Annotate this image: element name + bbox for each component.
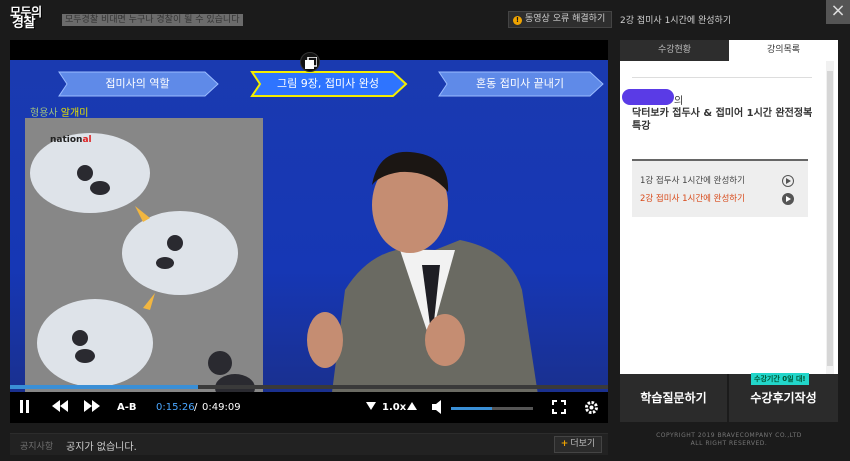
rewind-icon[interactable] <box>52 400 68 416</box>
video-error-help-label: 동영상 오류 해결하기 <box>525 14 606 24</box>
presenter <box>260 100 608 408</box>
gear-icon[interactable] <box>584 400 599 416</box>
scrollbar[interactable] <box>826 61 834 374</box>
board-brand-suffix: al <box>82 135 92 145</box>
lesson-list: 1강 접두사 1시간에 완성하기 2강 접미사 1시간에 완성하기 <box>632 159 808 217</box>
course-name: 닥터보카 접두사 & 접미어 1시간 완전정복 특강 <box>632 108 813 132</box>
notice-bar: 공지사항 공지가 없습니다. + 더보기 <box>10 433 608 455</box>
volume-icon[interactable] <box>432 400 442 416</box>
logo-line2: 경찰 <box>12 16 35 31</box>
lesson-label: 1강 접두사 1시간에 완성하기 <box>640 176 745 186</box>
more-button-label: 더보기 <box>570 439 596 449</box>
volume-slider[interactable] <box>451 407 533 410</box>
control-bar: A-B 0:15:26 / 0:49:09 1.0x <box>10 392 608 423</box>
tab-progress[interactable]: 수강현황 <box>620 40 729 61</box>
video-frame[interactable]: 접미사의 역할 그림 9장, 접미사 완성 혼동 접미사 끝내기 형용사 알개미 <box>10 60 608 408</box>
slide-tab-label: 혼동 접미사 끝내기 <box>476 77 564 90</box>
video-player[interactable]: 접미사의 역할 그림 9장, 접미사 완성 혼동 접미사 끝내기 형용사 알개미 <box>10 40 608 423</box>
logo[interactable]: 모두의 경찰 <box>10 6 54 32</box>
speed-up-icon[interactable] <box>407 400 417 416</box>
copyright: COPYRIGHT 2019 BRAVECOMPANY CO.,LTD ALL … <box>620 432 838 448</box>
course-panel: 수강현황 강의목록 의 닥터보카 접두사 & 접미어 1시간 완전정복 특강 1… <box>620 40 838 374</box>
pause-icon[interactable] <box>20 400 34 416</box>
illustration-board <box>25 118 263 408</box>
top-bar: 모두의 경찰 모두경찰 비대면 누구나 경찰이 될 수 있습니다 ! 동영상 오류… <box>0 0 850 38</box>
slide-tab-role: 접미사의 역할 <box>55 70 220 98</box>
review-period-badge: 수강기간 0일 대! <box>751 373 809 385</box>
fullscreen-icon[interactable] <box>552 400 566 416</box>
redacted-author <box>622 89 674 105</box>
progress-bar[interactable] <box>10 385 608 389</box>
lecture-list: 의 닥터보카 접두사 & 접미어 1시간 완전정복 특강 1강 접두사 1시간에… <box>620 61 838 374</box>
total-time: 0:49:09 <box>202 402 241 413</box>
current-time: 0:15:26 <box>156 402 195 413</box>
slide-tab-label: 접미사의 역할 <box>105 77 170 90</box>
notice-text: 공지가 없습니다. <box>66 442 137 453</box>
play-icon[interactable] <box>782 193 794 205</box>
board-brand-text: nation <box>50 135 83 145</box>
ab-repeat-button[interactable]: A-B <box>117 400 137 416</box>
slogan: 모두경찰 비대면 누구나 경찰이 될 수 있습니다 <box>62 14 243 26</box>
lesson-label: 2강 접미사 1시간에 완성하기 <box>640 194 745 204</box>
close-button[interactable]: × <box>826 0 850 24</box>
course-author-suffix: 의 <box>674 96 684 107</box>
progress-fill <box>10 385 198 389</box>
notice-label: 공지사항 <box>20 442 54 452</box>
play-icon[interactable] <box>782 175 794 187</box>
popout-icon[interactable] <box>300 52 320 72</box>
copyright-line1: COPYRIGHT 2019 BRAVECOMPANY CO.,LTD <box>656 432 802 439</box>
speed-down-icon[interactable] <box>366 400 376 416</box>
copyright-line2: ALL RIGHT RESERVED. <box>690 440 768 447</box>
panel-tabs: 수강현황 강의목록 <box>620 40 838 61</box>
plus-icon: + <box>560 439 569 449</box>
board-brand: national <box>50 135 92 145</box>
slide-tab-label: 그림 9장, 접미사 완성 <box>277 77 379 90</box>
tab-lecture-list[interactable]: 강의목록 <box>729 40 838 61</box>
scrollbar-thumb[interactable] <box>827 71 833 366</box>
playback-speed: 1.0x <box>382 402 407 413</box>
board-caption: 형용사 알개미 <box>30 104 88 119</box>
ask-question-button[interactable]: 학습질문하기 <box>620 374 728 422</box>
more-button[interactable]: + 더보기 <box>554 436 602 453</box>
time-separator: / <box>194 402 198 413</box>
slide-tab-confusing: 혼동 접미사 끝내기 <box>435 70 605 98</box>
volume-fill <box>451 407 492 410</box>
video-error-help-button[interactable]: ! 동영상 오류 해결하기 <box>508 11 613 28</box>
divider <box>632 77 812 78</box>
lecture-title: 2강 접미사 1시간에 완성하기 <box>620 16 732 26</box>
warning-icon: ! <box>513 16 522 25</box>
slide-tab-complete: 그림 9장, 접미사 완성 <box>248 70 408 98</box>
fast-forward-icon[interactable] <box>84 400 100 416</box>
